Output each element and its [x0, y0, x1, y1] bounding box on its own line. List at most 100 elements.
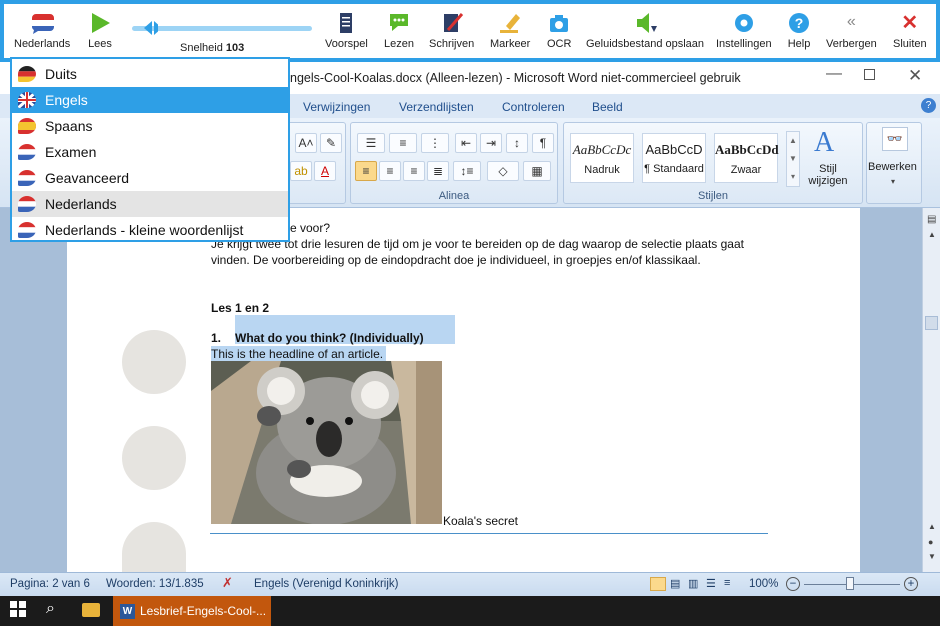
language-option-label: Spaans [45, 118, 93, 134]
windows-start-icon[interactable] [10, 601, 26, 617]
style-zwaar[interactable]: AaBbCcDd Zwaar [714, 133, 779, 183]
justify-icon[interactable]: ≣ [427, 161, 449, 181]
doc-heading: Les 1 en 2 [211, 301, 270, 315]
language-option-engels[interactable]: Engels [12, 87, 288, 113]
language-option-geavanceerd[interactable]: Geavanceerd [12, 165, 288, 191]
decrease-indent-icon[interactable]: ⇤ [455, 133, 477, 153]
increase-indent-icon[interactable]: ⇥ [480, 133, 502, 153]
close-window-icon[interactable]: ✕ [908, 66, 922, 86]
full-screen-reading-icon[interactable]: ▤ [670, 577, 680, 590]
align-center-icon[interactable]: ≡ [379, 161, 401, 181]
print-layout-icon[interactable] [650, 577, 666, 591]
page-count[interactable]: Pagina: 2 van 6 [10, 578, 90, 590]
sort-icon[interactable]: ↕ [506, 133, 528, 153]
style-name: Zwaar [730, 164, 762, 176]
scroll-up-icon[interactable]: ▲ [928, 230, 936, 239]
vertical-scrollbar[interactable]: ▤ ▲ ▲ ● ▼ [922, 208, 940, 572]
shading-icon[interactable]: ◇ [487, 161, 519, 181]
help-label: Help [787, 38, 811, 50]
draft-icon[interactable]: ≡ [724, 577, 730, 589]
style-standaard[interactable]: AaBbCcD ¶ Standaard [642, 133, 706, 183]
font-group: A˄ ✎ ab A [286, 122, 346, 204]
close-icon: ✕ [901, 12, 919, 34]
list-number: 1. [211, 331, 222, 345]
edit-group[interactable]: 👓 Bewerken ▾ [866, 122, 922, 204]
multilevel-list-icon[interactable]: ⋮ [421, 133, 449, 153]
browse-object-icon[interactable]: ● [928, 537, 933, 547]
predict-button[interactable]: Voorspel [325, 12, 368, 50]
status-bar: Pagina: 2 van 6 Woorden: 13/1.835 ✗ Enge… [0, 572, 940, 596]
style-nadruk[interactable]: AaBbCcDc Nadruk [570, 133, 634, 183]
change-styles-label-1: Stijl [819, 163, 837, 175]
style-sample: AaBbCcD [645, 142, 703, 157]
clear-format-icon[interactable]: ✎ [320, 133, 342, 153]
reading-button[interactable]: Lezen [384, 12, 414, 50]
maximize-icon[interactable] [864, 69, 875, 80]
ruler-toggle-icon[interactable]: ▤ [927, 214, 936, 225]
zoom-out-icon[interactable]: − [786, 577, 800, 591]
font-color-icon[interactable]: A [314, 161, 336, 181]
settings-button[interactable]: Instellingen [716, 12, 772, 50]
change-styles-icon: A [814, 127, 835, 158]
proofing-icon[interactable]: ✗ [222, 575, 233, 591]
file-explorer-icon[interactable] [82, 603, 100, 617]
bullets-icon[interactable]: ☰ [357, 133, 385, 153]
scroll-thumb[interactable] [925, 316, 938, 330]
koala-image[interactable] [211, 361, 442, 524]
dutch-flag-icon [30, 12, 55, 34]
document-language[interactable]: Engels (Verenigd Koninkrijk) [254, 578, 398, 590]
write-button[interactable]: Schrijven [429, 12, 474, 50]
minimize-icon[interactable]: — [826, 65, 842, 83]
previous-page-icon[interactable]: ▲ [928, 522, 936, 531]
language-option-examen[interactable]: Examen [12, 139, 288, 165]
grow-font-icon[interactable]: A˄ [295, 133, 317, 153]
zoom-thumb[interactable] [846, 577, 854, 590]
windows-logo-pane [10, 610, 17, 617]
reading-label: Lezen [384, 38, 414, 50]
next-page-icon[interactable]: ▼ [928, 552, 936, 561]
language-option-nederlands[interactable]: Nederlands [12, 191, 288, 217]
numbering-icon[interactable]: ≡ [389, 133, 417, 153]
speed-slider[interactable] [132, 26, 312, 31]
language-option-spaans[interactable]: Spaans [12, 113, 288, 139]
zoom-in-icon[interactable]: + [904, 577, 918, 591]
section-divider [210, 533, 768, 534]
highlight-color-icon[interactable]: ab [290, 161, 312, 181]
taskbar-word-button[interactable]: W Lesbrief-Engels-Cool-... [113, 596, 271, 626]
language-option-label: Duits [45, 66, 77, 82]
tab-verwijzingen[interactable]: Verwijzingen [303, 100, 370, 114]
tab-controleren[interactable]: Controleren [502, 100, 565, 114]
language-button[interactable]: Nederlands [14, 12, 70, 50]
close-button[interactable]: ✕ Sluiten [893, 12, 927, 50]
hide-button[interactable]: « Verbergen [826, 12, 877, 50]
gear-icon [732, 12, 756, 34]
read-button[interactable]: Lees [88, 12, 112, 50]
web-layout-icon[interactable]: ▥ [688, 577, 698, 590]
window-title: ngels-Cool-Koalas.docx (Alleen-lezen) - … [290, 71, 741, 85]
search-icon[interactable]: ⌕ [46, 600, 55, 618]
help-button[interactable]: ? Help [787, 12, 811, 50]
borders-icon[interactable]: ▦ [523, 161, 551, 181]
language-option-nederlands-klein[interactable]: Nederlands - kleine woordenlijst [12, 217, 288, 243]
change-styles-button[interactable]: Stijl wijzigen [806, 163, 850, 187]
binoculars-icon: 👓 [882, 127, 908, 151]
style-sample: AaBbCcDc [572, 142, 632, 157]
tab-beeld[interactable]: Beeld [592, 100, 623, 114]
align-left-icon[interactable]: ≡ [355, 161, 377, 181]
language-option-label: Examen [45, 144, 97, 160]
tab-verzendlijsten[interactable]: Verzendlijsten [399, 100, 474, 114]
line-spacing-icon[interactable]: ↕≡ [453, 161, 481, 181]
language-option-duits[interactable]: Duits [12, 61, 288, 87]
highlight-button[interactable]: Markeer [490, 12, 530, 50]
align-right-icon[interactable]: ≡ [403, 161, 425, 181]
save-audio-label: Geluidsbestand opslaan [586, 38, 705, 50]
outline-icon[interactable]: ☰ [706, 577, 716, 590]
save-audio-button[interactable]: Geluidsbestand opslaan [586, 12, 704, 50]
ocr-button[interactable]: OCR [547, 12, 571, 50]
styles-scroll[interactable]: ▲ ▼ ▾ [786, 131, 800, 187]
word-count[interactable]: Woorden: 13/1.835 [106, 578, 204, 590]
help-icon[interactable]: ? [921, 98, 936, 113]
zoom-level[interactable]: 100% [749, 578, 778, 590]
speed-slider-thumb[interactable] [144, 18, 158, 38]
show-marks-icon[interactable]: ¶ [532, 133, 554, 153]
